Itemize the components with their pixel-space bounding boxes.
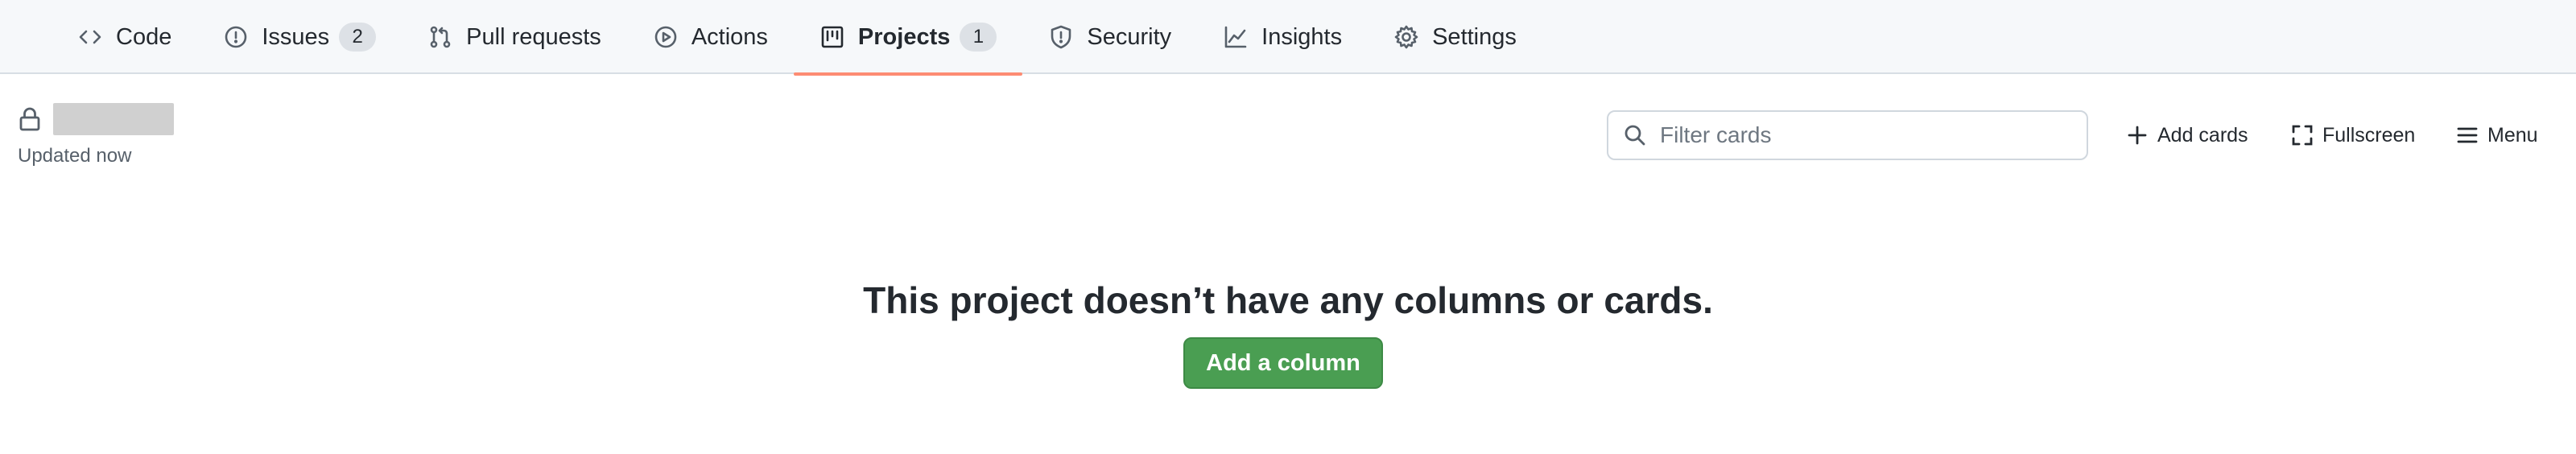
fullscreen-icon [2292,125,2313,146]
tab-code[interactable]: Code [52,0,197,74]
menu-label: Menu [2487,123,2538,147]
fullscreen-label: Fullscreen [2322,123,2416,147]
play-icon [654,26,677,48]
filter-cards-field[interactable] [1607,110,2088,160]
project-title-row [18,103,174,135]
code-icon [79,30,101,44]
shield-icon [1051,25,1071,49]
project-updated-text: Updated now [18,145,132,167]
tab-insights-label: Insights [1261,23,1343,50]
issue-opened-icon [225,26,247,48]
tab-security[interactable]: Security [1022,0,1197,74]
tab-actions-label: Actions [691,23,768,50]
add-cards-button[interactable]: Add cards [2125,113,2248,158]
tab-issues-label: Issues [262,23,330,50]
tab-security-label: Security [1087,23,1172,50]
tab-projects-label: Projects [857,23,951,50]
add-column-button[interactable]: Add a column [1183,337,1383,389]
redacted-project-name[interactable] [53,103,174,135]
graph-icon [1224,26,1247,48]
tab-settings-label: Settings [1432,23,1517,50]
tab-projects[interactable]: Projects 1 [793,0,1023,76]
filter-cards-input[interactable] [1658,122,2080,149]
tab-issues[interactable]: Issues 2 [197,0,402,74]
plus-icon [2128,126,2147,145]
tab-code-label: Code [116,23,172,50]
tab-actions[interactable]: Actions [627,0,794,74]
git-pull-request-icon [430,26,451,48]
projects-count-badge: 1 [960,23,997,52]
repo-tabs: Code Issues 2 Pull requests Actions Proj… [52,0,1542,76]
fullscreen-button[interactable]: Fullscreen [2290,113,2415,158]
project-board-icon [821,26,844,48]
hamburger-icon [2457,127,2478,143]
lock-icon [18,106,42,132]
issues-count-badge: 2 [339,23,377,52]
empty-state-message: This project doesn’t have any columns or… [863,279,1713,321]
repo-nav: Code Issues 2 Pull requests Actions Proj… [0,0,2576,76]
tab-settings[interactable]: Settings [1368,0,1542,74]
tab-insights[interactable]: Insights [1197,0,1368,74]
tab-pull-requests-label: Pull requests [466,23,601,50]
menu-button[interactable]: Menu [2455,113,2538,158]
search-icon [1624,125,1645,146]
add-cards-label: Add cards [2157,123,2248,147]
tab-pull-requests[interactable]: Pull requests [402,0,627,74]
gear-icon [1394,25,1418,49]
project-header: Updated now [18,103,174,167]
